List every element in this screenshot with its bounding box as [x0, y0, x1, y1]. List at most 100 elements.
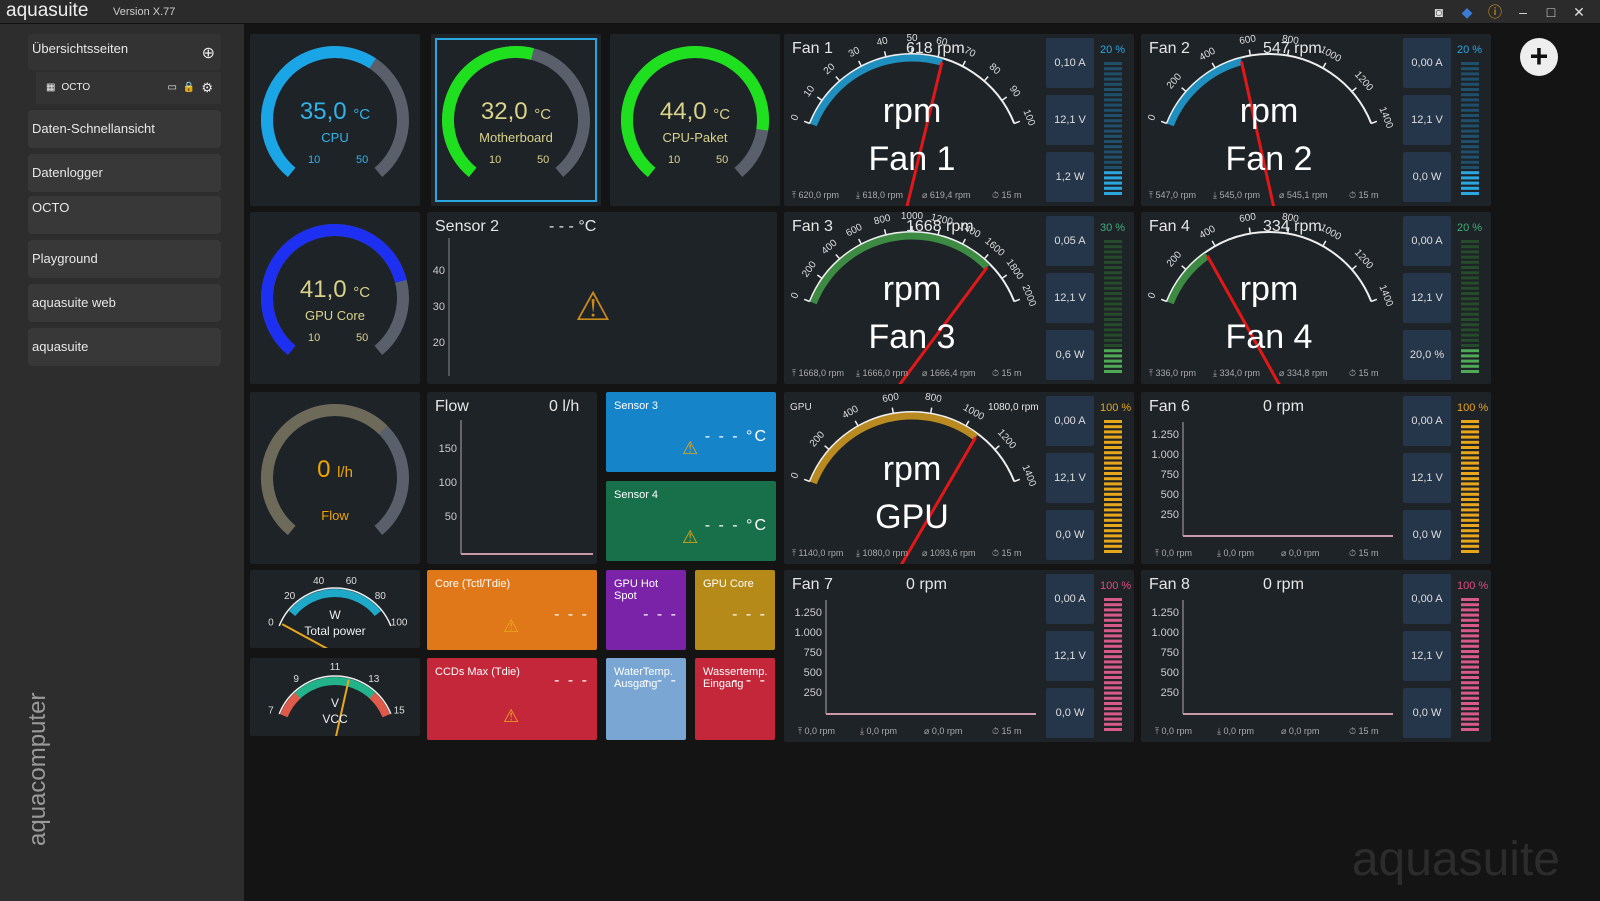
plot-level-bar: [1104, 681, 1122, 685]
fan-tile-gpu[interactable]: 0 200 400 600 800 1000 1200 1400 GPU 1080,0 rpm rp…: [784, 392, 1134, 564]
gpu-hotspot-tile[interactable]: GPU Hot Spot - - -: [606, 570, 686, 650]
plot-y-tick: 250: [1161, 509, 1179, 521]
fan-level-bar: [1104, 430, 1122, 434]
maximize-icon[interactable]: □: [1542, 3, 1560, 21]
info-icon[interactable]: ⓘ: [1486, 3, 1504, 21]
fan-level-bar: [1104, 129, 1122, 133]
warning-icon: ⚠: [682, 527, 699, 547]
plot-level-bar: [1104, 650, 1122, 653]
fan-level-bar: [1104, 108, 1122, 112]
fan-level-bar: [1461, 260, 1479, 264]
gauge-gpu-core[interactable]: 41,0 °C GPU Core 10 50: [250, 212, 420, 384]
fan-level-bar: [1104, 155, 1122, 159]
plot-level-bar: [1461, 461, 1479, 465]
power-gauge[interactable]: 0 20 40 60 80 100 W Total power: [250, 570, 420, 648]
add-page-icon[interactable]: ⊕: [202, 39, 215, 69]
fan-level-bar: [1461, 114, 1479, 117]
fan-tile-fan-1[interactable]: 0 10 20 30 40 50 60 70 80 90 100 Fan 1 618 rpm rpm Fan…: [784, 34, 1134, 206]
gpu-core-tile[interactable]: GPU Core - - -: [695, 570, 775, 650]
fan-title: Fan 1: [792, 40, 833, 57]
monitor-icon[interactable]: ▭: [168, 72, 177, 104]
fan-level-bar: [1104, 82, 1122, 86]
plot-current: 0,00 A: [1403, 396, 1451, 446]
fan-tick-label: 600: [1239, 212, 1258, 225]
fan-tick: [854, 420, 859, 427]
sidebar-item-octo-active[interactable]: ▦ OCTO ⚙ 🔒 ▭: [36, 72, 221, 104]
gauge-cpu[interactable]: 35,0 °C CPU 10 50: [250, 34, 420, 206]
fan-plot-fan-6[interactable]: Fan 60 rpm 1.250 1.000 750 500 250 0,00 A 12,1 …: [1141, 392, 1491, 564]
fan-level-bar: [1461, 286, 1479, 290]
fan-level-bar: [1104, 77, 1122, 81]
sidebar-item-datalogger[interactable]: Datenlogger: [28, 154, 221, 192]
plot-y-tick: 1.250: [794, 607, 822, 619]
plot-stat: ⤒ 0,0 rpm: [1155, 726, 1192, 736]
fan-power: 0,0 W: [1403, 152, 1451, 202]
fan-level-bar: [1104, 323, 1122, 327]
plot-level-bar: [1461, 670, 1479, 674]
fan-level-bar: [1104, 98, 1122, 102]
sidebar-item-aquasuite[interactable]: aquasuite: [28, 328, 221, 366]
plot-stat: ⤒ 0,0 rpm: [1155, 548, 1192, 558]
minimize-icon[interactable]: –: [1514, 3, 1532, 21]
fan-plot-fan-8[interactable]: Fan 80 rpm 1.250 1.000 750 500 250 0,00 A 12,1 …: [1141, 570, 1491, 742]
fan-name-label: Fan 1: [868, 140, 956, 178]
gauge-cpu-paket[interactable]: 44,0 °C CPU-Paket 10 50: [610, 34, 780, 206]
gauge-flow[interactable]: 0 l/h Flow: [250, 392, 420, 564]
sensor-2-chart[interactable]: Sensor 2- - - °C 40 30 20 ⚠: [427, 212, 777, 384]
fan-level-bar: [1104, 370, 1122, 373]
plot-stat: ⤒ 0,0 rpm: [798, 726, 835, 736]
plot-level-bar: [1104, 702, 1122, 705]
fan-tick-label: 20: [822, 61, 838, 77]
plot-stat: ⌀ 0,0 rpm: [1281, 726, 1320, 736]
dashboard-icon: ▦: [46, 82, 56, 93]
water-in-tile[interactable]: Wassertemp. Eingang - - -: [695, 658, 775, 740]
plot-level-bar: [1104, 655, 1122, 659]
plot-stat: ⤓ 0,0 rpm: [1217, 726, 1254, 736]
sidebar-item-aquasuite-web[interactable]: aquasuite web: [28, 284, 221, 322]
watermark: aquasuite: [1351, 833, 1560, 886]
vcc-gauge[interactable]: 7 9 11 13 15 V VCC: [250, 658, 420, 736]
fan-level-bar: [1104, 312, 1122, 316]
plot-voltage: 12,1 V: [1403, 453, 1451, 503]
plot-level-bar: [1461, 603, 1479, 607]
camera-icon[interactable]: ◙: [1430, 3, 1448, 21]
sensor-4-tile[interactable]: Sensor 4 - - - °C ⚠: [606, 481, 776, 561]
gauge-motherboard[interactable]: 32,0 °C Motherboard 10 50: [431, 34, 601, 206]
fan-level-bar: [1104, 513, 1122, 517]
gauge-label: GPU Core: [305, 308, 365, 323]
fan-level-bar: [1461, 129, 1479, 133]
plot-current: 0,00 A: [1046, 574, 1094, 624]
sensor-3-tile[interactable]: Sensor 3 - - - °C ⚠: [606, 392, 776, 472]
fan-tile-fan-3[interactable]: 0 200 400 600 800 1000 1200 1400 1600 1800 2000 Fan…: [784, 212, 1134, 384]
plot-stat: ⌀ 0,0 rpm: [924, 726, 963, 736]
fan-voltage: 12,1 V: [1046, 453, 1094, 503]
flow-chart[interactable]: Flow 0 l/h 150 100 50: [427, 392, 597, 564]
water-out-tile[interactable]: WaterTemp. Ausgang - - -: [606, 658, 686, 740]
flow-y-tick: 100: [439, 477, 457, 489]
ccd-temp-tile[interactable]: CCDs Max (Tdie) - - - ⚠: [427, 658, 597, 740]
lock-icon[interactable]: 🔒: [183, 72, 195, 104]
add-tile-button[interactable]: +: [1520, 38, 1558, 76]
fan-percent: 20 %: [1100, 44, 1126, 56]
fan-level-bar: [1104, 544, 1122, 548]
gauge-min: 10: [308, 332, 321, 344]
sidebar-item-playground[interactable]: Playground: [28, 240, 221, 278]
fan-plot-fan-7[interactable]: Fan 70 rpm 1.250 1.000 750 500 250 0,00 A 12,1 …: [784, 570, 1134, 742]
fan-voltage: 12,1 V: [1046, 273, 1094, 323]
settings-icon[interactable]: ⚙: [201, 72, 213, 104]
plot-level-bar: [1104, 717, 1122, 721]
core-temp-tile[interactable]: Core (Tctl/Tdie) - - - ⚠: [427, 570, 597, 650]
gauge-min: 10: [489, 154, 502, 166]
fan-tile-fan-4[interactable]: 0 200 400 600 800 1000 1200 1400 Fan 4 334 rpm rpm…: [1141, 212, 1491, 384]
sidebar-header[interactable]: Übersichtsseiten ⊕: [28, 34, 221, 70]
sidebar-item-data-quick[interactable]: Daten-Schnellansicht: [28, 110, 221, 148]
sidebar-item-octo[interactable]: OCTO: [28, 196, 221, 234]
plot-y-tick: 1.000: [794, 627, 822, 639]
fan-tile-fan-2[interactable]: 0 200 400 600 800 1000 1200 1400 Fan 2 547 rpm rpm…: [1141, 34, 1491, 206]
fan-rpm: 334 rpm: [1263, 218, 1322, 235]
close-icon[interactable]: ✕: [1570, 3, 1588, 21]
layers-icon[interactable]: ◆: [1458, 3, 1476, 21]
fan-tick: [835, 254, 841, 260]
fan-level-bars: [1461, 62, 1479, 195]
fan-level-bar: [1104, 451, 1122, 455]
